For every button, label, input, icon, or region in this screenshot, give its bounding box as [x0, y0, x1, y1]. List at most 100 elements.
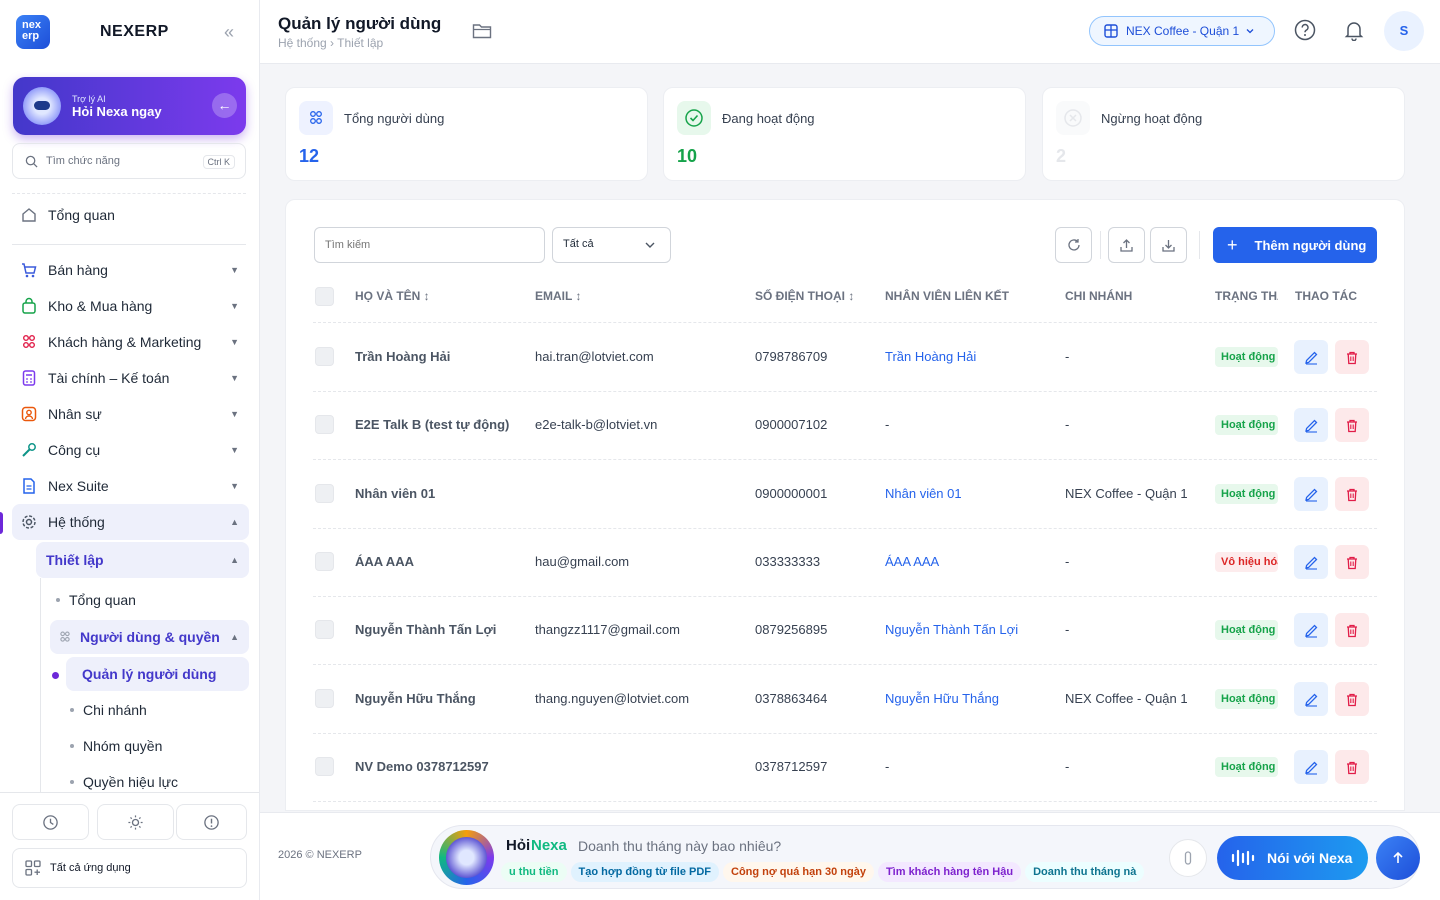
delete-button[interactable] [1335, 340, 1369, 374]
add-user-button[interactable]: + Thêm người dùng [1213, 227, 1377, 263]
delete-button[interactable] [1335, 682, 1369, 716]
row-checkbox[interactable] [315, 347, 334, 366]
arrow-left-icon[interactable]: ← [212, 93, 237, 118]
suggestion-chip[interactable]: Tìm khách hàng tên Hậu [877, 862, 1022, 882]
user-email: e2e-talk-b@lotviet.vn [535, 417, 658, 432]
user-branch: - [1065, 554, 1070, 569]
linked-employee[interactable]: Nguyễn Thành Tấn Lợi [885, 622, 1018, 637]
row-checkbox[interactable] [315, 689, 334, 708]
col-name[interactable]: HỌ VÀ TÊN ↕ [355, 289, 430, 303]
suggestion-chip[interactable]: Doanh thu tháng nà [1025, 862, 1145, 882]
users-icon [299, 101, 333, 135]
edit-button[interactable] [1294, 750, 1328, 784]
delete-button[interactable] [1335, 750, 1369, 784]
linked-employee[interactable]: ÁAA AAA [885, 554, 939, 569]
speak-with-nexa-button[interactable]: Nói với Nexa [1217, 836, 1368, 880]
download-button[interactable] [1150, 227, 1187, 263]
collapse-sidebar-icon[interactable]: « [224, 22, 234, 43]
chevron-down-icon: ▼ [230, 337, 239, 347]
nav-tools[interactable]: Công cụ ▼ [12, 432, 249, 468]
user-avatar[interactable]: S [1384, 11, 1424, 51]
upload-button[interactable] [1108, 227, 1145, 263]
refresh-button[interactable] [1055, 227, 1092, 263]
send-button[interactable] [1376, 836, 1420, 880]
nav-user-management[interactable]: Quản lý người dùng [66, 657, 249, 691]
suggestion-chip[interactable]: Công nợ quá hạn 30 ngày [723, 862, 874, 882]
alert-button[interactable] [176, 804, 247, 840]
row-divider [313, 596, 1377, 597]
nav-users-permissions[interactable]: Người dùng & quyền ▲ [50, 620, 249, 654]
chevron-down-icon: ▼ [230, 301, 239, 311]
nav-branch[interactable]: Chi nhánh [70, 693, 147, 727]
help-icon[interactable] [1294, 19, 1316, 41]
theme-button[interactable] [97, 804, 174, 840]
question-placeholder[interactable]: Doanh thu tháng này bao nhiêu? [578, 838, 781, 854]
folder-icon[interactable] [472, 22, 492, 40]
search-icon [25, 155, 38, 168]
suggestion-chip[interactable]: u thu tiền [501, 862, 567, 882]
col-email[interactable]: EMAIL ↕ [535, 289, 581, 303]
nav-overview[interactable]: Tổng quan [12, 197, 249, 233]
all-apps-button[interactable]: Tất cả ứng dụng [12, 848, 247, 888]
stat-value: 2 [1056, 146, 1067, 166]
delete-button[interactable] [1335, 613, 1369, 647]
col-status: TRẠNG THÁI [1215, 289, 1278, 303]
row-checkbox[interactable] [315, 757, 334, 776]
edit-button[interactable] [1294, 682, 1328, 716]
row-checkbox[interactable] [315, 552, 334, 571]
linked-employee[interactable]: Nguyễn Hữu Thắng [885, 691, 999, 706]
home-icon [22, 208, 36, 222]
col-branch: CHI NHÁNH [1065, 289, 1133, 303]
trash-icon [1347, 624, 1357, 637]
nav-nex-suite[interactable]: Nex Suite ▼ [12, 468, 249, 504]
delete-button[interactable] [1335, 477, 1369, 511]
user-name: NV Demo 0378712597 [355, 759, 489, 774]
nav-setup-overview[interactable]: Tổng quan [56, 583, 136, 617]
col-phone[interactable]: SỐ ĐIỆN THOẠI ↕ [755, 289, 854, 303]
edit-button[interactable] [1294, 408, 1328, 442]
search-input[interactable] [314, 227, 545, 263]
nav-sales[interactable]: Bán hàng ▼ [12, 252, 249, 288]
nav-inventory[interactable]: Kho & Mua hàng ▼ [12, 288, 249, 324]
nav-role-group[interactable]: Nhóm quyền [70, 729, 162, 763]
sound-wave-icon [1231, 849, 1255, 867]
edit-button[interactable] [1294, 613, 1328, 647]
select-all-checkbox[interactable] [315, 287, 334, 306]
delete-button[interactable] [1335, 545, 1369, 579]
history-button[interactable] [12, 804, 89, 840]
user-email: hai.tran@lotviet.com [535, 349, 654, 364]
function-search[interactable]: Tìm chức năng Ctrl K [12, 143, 246, 179]
chevron-down-icon: ▼ [230, 445, 239, 455]
row-checkbox[interactable] [315, 484, 334, 503]
stat-label: Đang hoạt động [722, 111, 815, 126]
edit-button[interactable] [1294, 477, 1328, 511]
nav-label: Khách hàng & Marketing [48, 334, 202, 350]
nav-system[interactable]: Hệ thống ▲ [12, 504, 249, 540]
row-checkbox[interactable] [315, 620, 334, 639]
edit-button[interactable] [1294, 340, 1328, 374]
branch-selector[interactable]: NEX Coffee - Quận 1 [1089, 16, 1275, 46]
trash-icon [1347, 351, 1357, 364]
person-icon [21, 406, 37, 422]
attach-button[interactable] [1169, 839, 1207, 877]
nav-customers[interactable]: Khách hàng & Marketing ▼ [12, 324, 249, 360]
nav-hr[interactable]: Nhân sự ▼ [12, 396, 249, 432]
nav-finance[interactable]: Tài chính – Kế toán ▼ [12, 360, 249, 396]
ask-nexa-bar[interactable]: Hỏi Nexa Doanh thu tháng này bao nhiêu? … [430, 825, 1420, 889]
suggestion-chip[interactable]: Tạo hợp đồng từ file PDF [570, 862, 719, 882]
status-badge: Vô hiệu hóa [1215, 552, 1278, 572]
edit-button[interactable] [1294, 545, 1328, 579]
nav-setup[interactable]: Thiết lập ▲ [36, 542, 249, 578]
nexerp-logo[interactable]: nex erp [16, 15, 50, 49]
status-filter-select[interactable]: Tất cả [552, 227, 671, 263]
ai-assistant-card[interactable]: Trợ lý AI Hỏi Nexa ngay ← [13, 77, 246, 135]
delete-button[interactable] [1335, 408, 1369, 442]
breadcrumb[interactable]: Hệ thống › Thiết lập [278, 36, 383, 50]
bell-icon[interactable] [1343, 19, 1365, 41]
status-badge: Hoạt động [1215, 347, 1278, 367]
user-phone: 0900000001 [755, 486, 828, 501]
row-checkbox[interactable] [315, 415, 334, 434]
linked-employee[interactable]: Trần Hoàng Hải [885, 349, 976, 364]
nav-effective-permissions[interactable]: Quyền hiệu lực [70, 765, 178, 799]
linked-employee[interactable]: Nhân viên 01 [885, 486, 962, 501]
